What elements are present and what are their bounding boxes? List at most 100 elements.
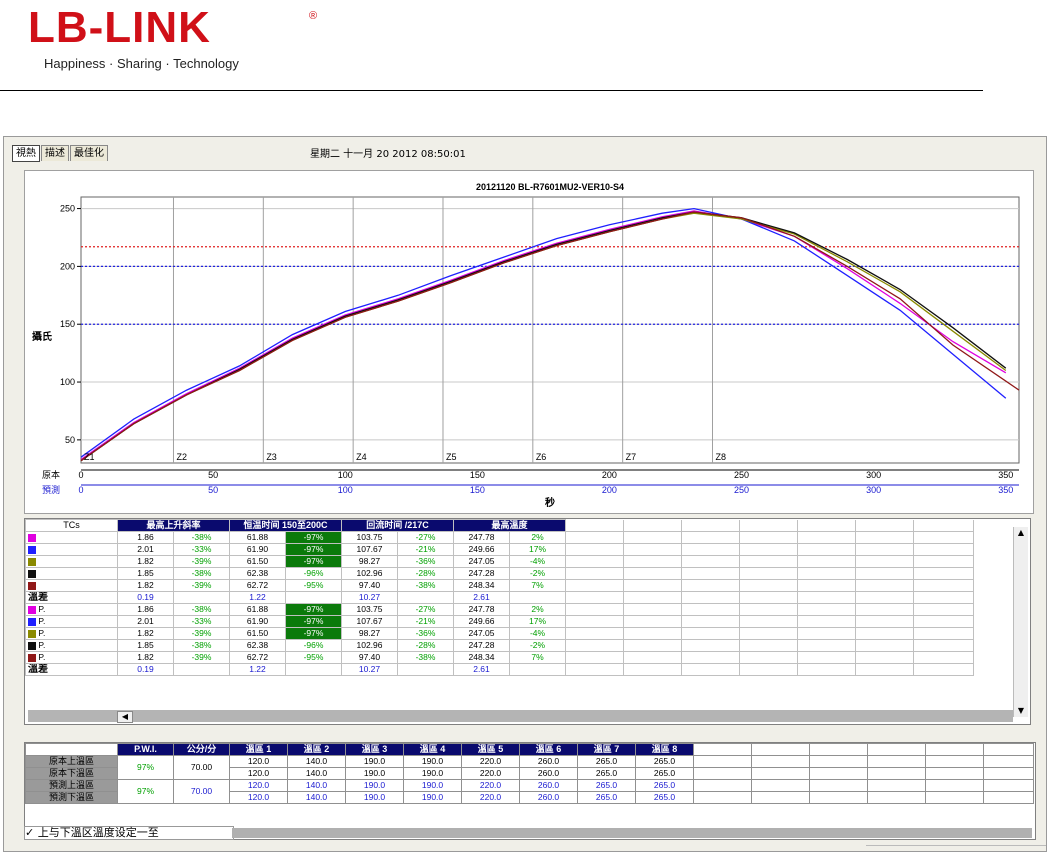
footer-box: [866, 845, 1046, 852]
y-axis-label: 攝氏: [32, 330, 52, 343]
zone-setpoint[interactable]: 190.0: [403, 767, 462, 780]
scroll-up-icon[interactable]: ▲: [1014, 527, 1028, 539]
zone-label: Z6: [536, 452, 547, 462]
tc-color-swatch: [28, 617, 36, 626]
table-row[interactable]: 1.82 -39% 61.50 -97% 98.27 -36% 247.05 -…: [25, 555, 974, 568]
table-vertical-scrollbar[interactable]: ▲ ▼: [1013, 527, 1028, 717]
table-horizontal-scrollbar[interactable]: [28, 710, 1013, 722]
chart-title: 20121120 BL-R7601MU2-VER10-S4: [476, 182, 624, 192]
zone-setpoint[interactable]: 120.0: [229, 779, 288, 792]
predicted-speed[interactable]: 70.00: [173, 779, 230, 804]
temperature-diff-row: 溫差 0.19 1.22 10.27 2.61: [25, 591, 974, 604]
zone-setpoint[interactable]: 260.0: [519, 779, 578, 792]
status-bar: [232, 828, 1032, 838]
zone-setpoint[interactable]: 140.0: [287, 779, 346, 792]
zone-setpoint[interactable]: 220.0: [461, 755, 520, 768]
scroll-left-icon[interactable]: ◀: [117, 711, 133, 723]
x-tick-label: 250: [734, 470, 749, 480]
table-row[interactable]: P. 2.01 -33% 61.90 -97% 107.67 -21% 249.…: [25, 615, 974, 628]
table-row[interactable]: 2.01 -33% 61.90 -97% 107.67 -21% 249.66 …: [25, 543, 974, 556]
zone-label: Z8: [715, 452, 726, 462]
zone-setpoint[interactable]: 190.0: [345, 767, 404, 780]
tab-description[interactable]: 描述: [41, 145, 69, 161]
table-row[interactable]: P. 1.85 -38% 62.38 -96% 102.96 -28% 247.…: [25, 639, 974, 652]
x-tick-label: 0: [78, 470, 83, 480]
zone-setpoint[interactable]: 265.0: [635, 767, 694, 780]
x-tick-label: 350: [998, 470, 1013, 480]
zone-setpoint[interactable]: 265.0: [577, 791, 636, 804]
sync-zones-checkbox[interactable]: ✓ 上与下溫区溫度设定一至: [24, 826, 234, 840]
zone-setpoint[interactable]: 265.0: [577, 755, 636, 768]
tc-label: P.: [25, 639, 118, 652]
results-table-panel: TCs 最高上升斜率 恒温时间 150至200C 回流时间 /217C 最高溫度…: [24, 518, 1031, 725]
zone-setpoint[interactable]: 220.0: [461, 779, 520, 792]
x-tick-label-predicted: 50: [208, 485, 218, 495]
zone-setpoint[interactable]: 220.0: [461, 767, 520, 780]
x-tick-label-predicted: 350: [998, 485, 1013, 495]
zone-setpoint[interactable]: 190.0: [403, 755, 462, 768]
x-tick-label: 100: [338, 470, 353, 480]
zone-label: Z4: [356, 452, 367, 462]
x-tick-label-predicted: 0: [78, 485, 83, 495]
zone-setpoint[interactable]: 190.0: [403, 791, 462, 804]
col-reflow-time[interactable]: 回流时间 /217C: [341, 519, 454, 532]
zone-setpoint[interactable]: 190.0: [345, 755, 404, 768]
col-speed: 公分/分: [173, 743, 230, 756]
zone-setpoint[interactable]: 265.0: [577, 779, 636, 792]
col-zone-1: 溫區 1: [229, 743, 288, 756]
tab-view[interactable]: 視熱: [12, 145, 40, 162]
scroll-down-icon[interactable]: ▼: [1014, 705, 1028, 717]
x-tick-label-predicted: 150: [470, 485, 485, 495]
zone-setpoint[interactable]: 260.0: [519, 791, 578, 804]
brand-logo: LB-LINK: [28, 3, 211, 52]
profile-chart: 20121120 BL-R7601MU2-VER10-S4 50 100 150 200…: [32, 182, 1020, 509]
x-tick-label-predicted: 300: [866, 485, 881, 495]
tc-label: P.: [25, 651, 118, 664]
zone-label: Z2: [176, 452, 187, 462]
x-tick-label: 300: [866, 470, 881, 480]
zone-setpoint[interactable]: 260.0: [519, 755, 578, 768]
zone-setpoint[interactable]: 190.0: [403, 779, 462, 792]
col-peak-temp[interactable]: 最高溫度: [453, 519, 566, 532]
zone-setpoint[interactable]: 120.0: [229, 767, 288, 780]
col-pwi: P.W.I.: [117, 743, 174, 756]
zone-setpoint[interactable]: 140.0: [287, 755, 346, 768]
tc-label: [25, 579, 118, 592]
zone-setpoint[interactable]: 260.0: [519, 767, 578, 780]
table-row[interactable]: 1.86 -38% 61.88 -97% 103.75 -27% 247.78 …: [25, 531, 974, 544]
tab-optimize[interactable]: 最佳化: [70, 145, 108, 161]
zone-setpoint[interactable]: 265.0: [577, 767, 636, 780]
results-table: TCs 最高上升斜率 恒温时间 150至200C 回流时间 /217C 最高溫度…: [25, 519, 974, 676]
tc-color-swatch: [28, 605, 36, 614]
header-divider: [0, 90, 983, 91]
zone-label: Z1: [84, 452, 95, 462]
zone-setpoint[interactable]: 120.0: [229, 755, 288, 768]
zone-setpoint[interactable]: 140.0: [287, 767, 346, 780]
tc-label: P.: [25, 627, 118, 640]
table-row[interactable]: 1.82 -39% 62.72 -95% 97.40 -38% 248.34 7…: [25, 579, 974, 592]
zone-setpoint[interactable]: 265.0: [635, 779, 694, 792]
col-soak-time[interactable]: 恒温时间 150至200C: [229, 519, 342, 532]
zone-setpoint[interactable]: 265.0: [635, 755, 694, 768]
axis-row-label-original: 原本: [42, 469, 60, 480]
tc-label: [25, 555, 118, 568]
zone-setpoint[interactable]: 190.0: [345, 779, 404, 792]
zone-setpoint[interactable]: 120.0: [229, 791, 288, 804]
col-max-slope[interactable]: 最高上升斜率: [117, 519, 230, 532]
zone-row-label: 原本上溫區: [25, 755, 118, 768]
zone-setpoint[interactable]: 190.0: [345, 791, 404, 804]
col-zone-6: 溫區 6: [519, 743, 578, 756]
zone-setpoint[interactable]: 140.0: [287, 791, 346, 804]
original-speed[interactable]: 70.00: [173, 755, 230, 780]
temperature-diff-row: 溫差 0.19 1.22 10.27 2.61: [25, 663, 974, 676]
table-row[interactable]: P. 1.82 -39% 61.50 -97% 98.27 -36% 247.0…: [25, 627, 974, 640]
x-tick-label: 50: [208, 470, 218, 480]
zone-setpoint[interactable]: 265.0: [635, 791, 694, 804]
table-row[interactable]: 1.85 -38% 62.38 -96% 102.96 -28% 247.28 …: [25, 567, 974, 580]
table-row[interactable]: P. 1.82 -39% 62.72 -95% 97.40 -38% 248.3…: [25, 651, 974, 664]
zone-setpoint[interactable]: 220.0: [461, 791, 520, 804]
table-row[interactable]: P. 1.86 -38% 61.88 -97% 103.75 -27% 247.…: [25, 603, 974, 616]
col-tcs[interactable]: TCs: [25, 519, 118, 532]
zone-row-label: 預測下溫區: [25, 791, 118, 804]
tc-color-swatch: [28, 569, 36, 578]
